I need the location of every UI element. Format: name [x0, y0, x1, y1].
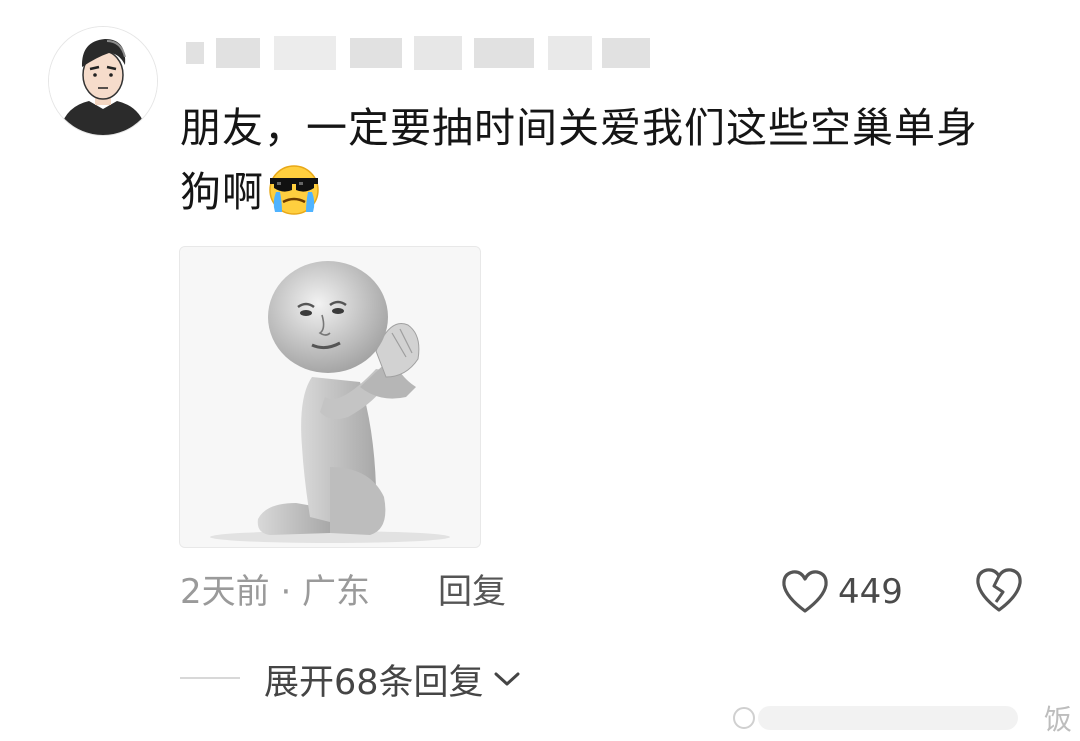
like-count: 449 [838, 572, 903, 612]
reply-button[interactable]: 回复 [438, 568, 506, 616]
watermark-text: 饭 [1043, 703, 1072, 736]
watermark: 饭 [730, 696, 1080, 741]
comment-text: 朋友，一定要抽时间关爱我们这些空巢单身狗啊 [180, 96, 1010, 224]
expand-replies-button[interactable]: 展开68条回复 [264, 654, 522, 704]
username-blurred[interactable] [186, 34, 656, 72]
crying-cool-emoji-icon [266, 160, 322, 216]
expand-divider [180, 677, 240, 679]
like-button[interactable]: 449 [780, 562, 903, 622]
meme-image[interactable] [179, 246, 481, 548]
chevron-down-icon [484, 669, 522, 689]
heart-outline-icon [780, 569, 830, 615]
avatar[interactable] [48, 26, 158, 136]
comment-time-location: 2天前 · 广东 [180, 572, 371, 612]
expand-replies-label: 展开68条回复 [264, 662, 484, 703]
broken-heart-icon [973, 568, 1025, 620]
dislike-button[interactable] [973, 564, 1025, 616]
